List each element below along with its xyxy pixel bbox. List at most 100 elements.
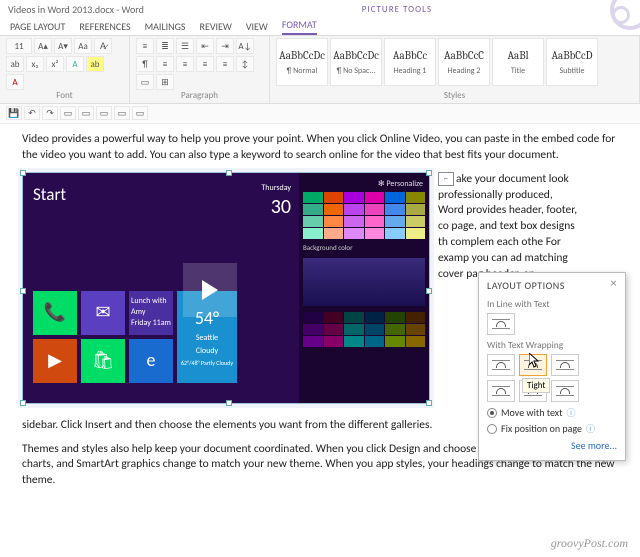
color-swatch xyxy=(365,228,385,239)
video-date: 30 xyxy=(261,194,291,222)
decrease-indent-button[interactable]: ⇤ xyxy=(196,38,214,54)
cursor-icon xyxy=(529,353,541,369)
show-marks-button[interactable]: ¶ xyxy=(136,56,154,72)
resize-handle[interactable] xyxy=(426,400,432,406)
section-inline: In Line with Text xyxy=(487,298,617,310)
resize-handle[interactable] xyxy=(426,170,432,176)
tile-store-icon: 🛍 xyxy=(81,339,125,383)
see-more-link[interactable]: See more... xyxy=(487,439,617,452)
wrap-inline[interactable] xyxy=(487,313,515,335)
color-swatch xyxy=(385,192,405,203)
embedded-video[interactable]: Start Thursday 30 📞 ✉ Lunch with AmyFrid… xyxy=(22,172,430,404)
style-heading1[interactable]: AaBbCcHeading 1 xyxy=(384,38,436,86)
tab-references[interactable]: REFERENCES xyxy=(79,20,130,33)
section-wrapping: With Text Wrapping xyxy=(487,339,617,351)
color-swatch xyxy=(385,312,405,323)
style-heading2[interactable]: AaBbCcCHeading 2 xyxy=(438,38,490,86)
text-effects-button[interactable]: A xyxy=(66,56,84,72)
color-swatch xyxy=(344,324,364,335)
paragraph: Video provides a powerful way to help yo… xyxy=(22,132,618,164)
info-icon[interactable]: ⓘ xyxy=(586,422,595,435)
multilevel-button[interactable]: ☰ xyxy=(176,38,194,54)
quick-access-toolbar: 💾 ↶ ↷ ▭ ▭ ▭ ▭ ▭ xyxy=(0,104,640,124)
tile-phone-icon: 📞 xyxy=(33,291,77,335)
qat-redo-icon[interactable]: ↷ xyxy=(42,106,58,120)
color-swatch xyxy=(303,204,323,215)
qat-button[interactable]: ▭ xyxy=(114,106,130,120)
tab-mailings[interactable]: MAILINGS xyxy=(145,20,186,33)
qat-undo-icon[interactable]: ↶ xyxy=(24,106,40,120)
wrap-front[interactable] xyxy=(551,380,579,402)
change-case-button[interactable]: Aa xyxy=(74,38,92,54)
wrap-through[interactable] xyxy=(551,354,579,376)
qat-button[interactable]: ▭ xyxy=(60,106,76,120)
color-swatch xyxy=(344,312,364,323)
strikethrough-button[interactable]: ab xyxy=(6,56,24,72)
color-swatch xyxy=(385,336,405,347)
align-right-button[interactable]: ≡ xyxy=(196,56,214,72)
bullets-button[interactable]: ≡ xyxy=(136,38,154,54)
close-icon[interactable]: × xyxy=(611,279,617,292)
qat-button[interactable]: ▭ xyxy=(96,106,112,120)
resize-handle[interactable] xyxy=(426,288,432,294)
line-spacing-button[interactable]: ↕ xyxy=(236,56,254,72)
info-icon[interactable]: ⓘ xyxy=(567,406,576,419)
tab-page-layout[interactable]: PAGE LAYOUT xyxy=(10,20,65,33)
color-swatch xyxy=(406,192,426,203)
group-label-styles: Styles xyxy=(276,90,633,101)
color-swatch xyxy=(365,204,385,215)
color-swatch xyxy=(406,228,426,239)
wrapped-text: ⌐ake your document look professionally p… xyxy=(438,172,578,283)
clear-formatting-button[interactable]: A̷ xyxy=(94,38,112,54)
align-left-button[interactable]: ≡ xyxy=(156,56,174,72)
style-title[interactable]: AaBlTitle xyxy=(492,38,544,86)
radio-move-with-text[interactable]: Move with text ⓘ xyxy=(487,406,617,419)
tab-format[interactable]: FORMAT xyxy=(282,18,317,35)
highlight-button[interactable]: ab xyxy=(86,56,104,72)
superscript-button[interactable]: x² xyxy=(46,56,64,72)
qat-save-icon[interactable]: 💾 xyxy=(6,106,22,120)
radio-fix-position[interactable]: Fix position on page ⓘ xyxy=(487,422,617,435)
tab-review[interactable]: REVIEW xyxy=(200,20,232,33)
color-swatch xyxy=(385,216,405,227)
grow-font-button[interactable]: A▴ xyxy=(34,38,52,54)
borders-button[interactable]: ⊞ xyxy=(156,74,174,90)
video-day: Thursday xyxy=(261,183,291,194)
font-size-combo[interactable]: 11 xyxy=(6,38,32,54)
color-swatch xyxy=(303,324,323,335)
color-swatch xyxy=(365,324,385,335)
tile-video-icon: ▶ xyxy=(33,339,77,383)
sort-button[interactable]: A↓ xyxy=(236,38,254,54)
ribbon-group-styles: AaBbCcDc¶ NormalAaBbCcDc¶ No Spac...AaBb… xyxy=(270,36,640,103)
group-label-paragraph: Paragraph xyxy=(136,90,263,101)
shrink-font-button[interactable]: A▾ xyxy=(54,38,72,54)
title-bar: Videos in Word 2013.docx - Word PICTURE … xyxy=(0,0,640,18)
layout-options-icon[interactable]: ⌐ xyxy=(438,172,454,186)
qat-button[interactable]: ▭ xyxy=(132,106,148,120)
numbering-button[interactable]: ≣ xyxy=(156,38,174,54)
center-button[interactable]: ≡ xyxy=(176,56,194,72)
style-nospac[interactable]: AaBbCcDc¶ No Spac... xyxy=(330,38,382,86)
wrap-top-bottom[interactable] xyxy=(487,380,515,402)
color-swatch xyxy=(344,204,364,215)
color-swatch xyxy=(303,216,323,227)
tooltip: Tight xyxy=(522,378,550,393)
tab-view[interactable]: VIEW xyxy=(246,20,268,33)
radio-icon xyxy=(487,408,497,418)
style-normal[interactable]: AaBbCcDc¶ Normal xyxy=(276,38,328,86)
increase-indent-button[interactable]: ⇥ xyxy=(216,38,234,54)
shading-button[interactable]: ▭ xyxy=(136,74,154,90)
color-swatch xyxy=(365,312,385,323)
wrap-square[interactable] xyxy=(487,354,515,376)
qat-button[interactable]: ▭ xyxy=(78,106,94,120)
font-color-button[interactable]: A xyxy=(6,74,24,90)
style-subtitle[interactable]: AaBbCcDSubtitle xyxy=(546,38,598,86)
subscript-button[interactable]: x₂ xyxy=(26,56,44,72)
color-swatch xyxy=(303,336,323,347)
color-swatch xyxy=(344,228,364,239)
justify-button[interactable]: ≡ xyxy=(216,56,234,72)
personalize-panel: ✻ Personalize Background color xyxy=(299,173,429,403)
watermark: groovyPost.com xyxy=(551,536,628,551)
color-swatch xyxy=(324,336,344,347)
play-button[interactable] xyxy=(183,263,237,317)
